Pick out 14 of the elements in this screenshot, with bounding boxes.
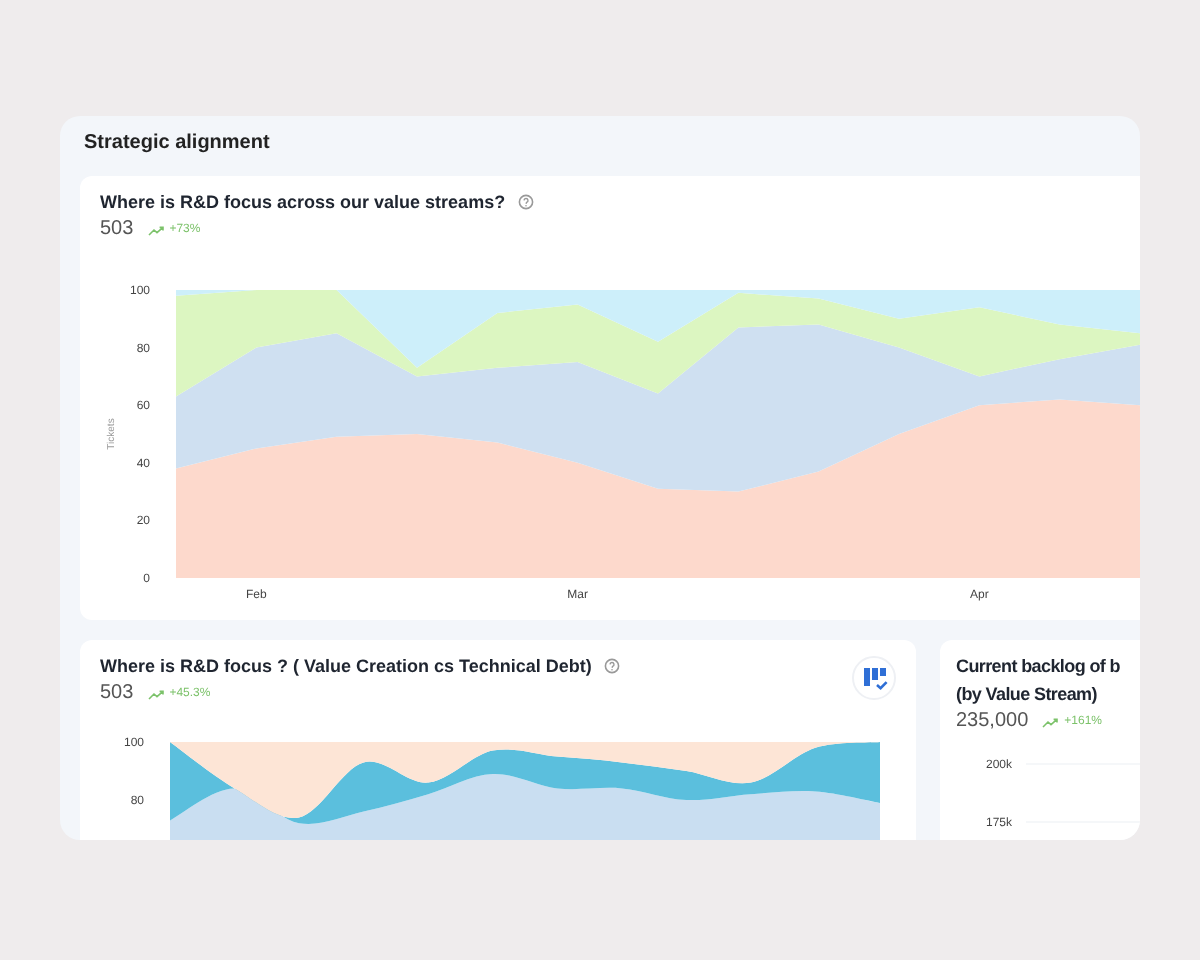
trend-up-icon xyxy=(1042,717,1059,727)
trend-up-icon xyxy=(147,689,164,699)
chart-title: Where is R&D focus ? ( Value Creation cs Technical Debt) xyxy=(100,654,592,680)
total-count: 503 xyxy=(100,216,134,244)
board-icon[interactable] xyxy=(852,656,896,700)
chart-title: Current backlog of b xyxy=(956,654,1121,680)
trend-up-icon xyxy=(147,225,164,235)
total-count: 235,000 xyxy=(956,708,1029,736)
help-icon[interactable] xyxy=(603,658,620,674)
total-count: 503 xyxy=(100,680,134,708)
chart-title: Where is R&D focus across our value streams? xyxy=(100,190,506,216)
chart-title: (by Value Stream) xyxy=(956,682,1097,708)
help-icon[interactable] xyxy=(517,194,534,210)
section-title: Strategic alignment xyxy=(82,130,272,158)
